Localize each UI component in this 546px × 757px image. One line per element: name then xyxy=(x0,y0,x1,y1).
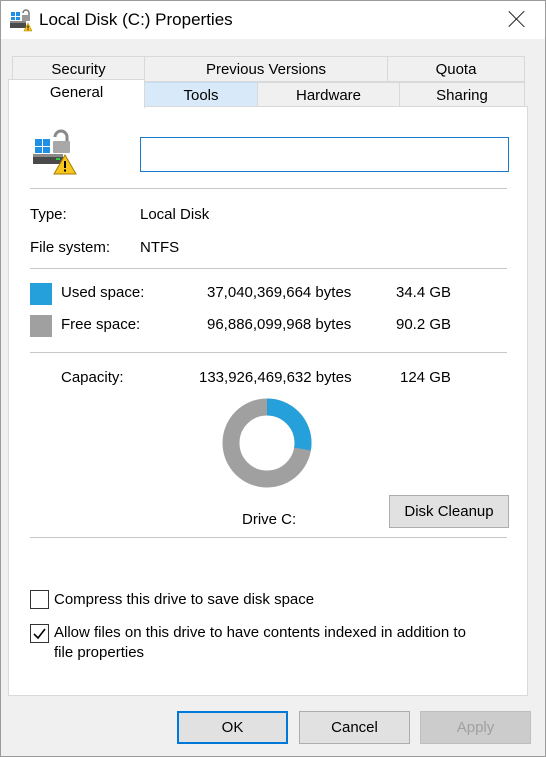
file-system-label: File system: xyxy=(30,239,111,256)
free-space-size: 90.2 GB xyxy=(396,316,452,333)
apply-button[interactable]: Apply xyxy=(420,711,531,744)
checkmark-icon xyxy=(33,628,46,640)
separator xyxy=(30,352,507,353)
compress-label: Compress this drive to save disk space xyxy=(54,591,315,608)
window-title: Local Disk (C:) Properties xyxy=(39,10,233,29)
separator xyxy=(30,537,507,538)
separator xyxy=(30,188,507,189)
cancel-button[interactable]: Cancel xyxy=(299,711,410,744)
used-space-label: Used space: xyxy=(61,284,145,301)
disk-cleanup-button[interactable]: Disk Cleanup xyxy=(389,495,509,528)
free-space-swatch xyxy=(30,315,52,337)
index-label-line2: file properties xyxy=(54,644,145,661)
file-system-value: NTFS xyxy=(140,239,180,256)
tab-quota[interactable]: Quota xyxy=(387,56,525,82)
tab-hardware[interactable]: Hardware xyxy=(257,82,400,107)
drive-name-input[interactable] xyxy=(140,137,509,172)
close-button[interactable] xyxy=(500,2,534,36)
index-label-line1: Allow files on this drive to have conten… xyxy=(54,624,466,641)
separator xyxy=(30,268,507,269)
capacity-size: 124 GB xyxy=(400,369,451,386)
used-space-bytes: 37,040,369,664 bytes xyxy=(207,284,352,301)
tab-previous-versions[interactable]: Previous Versions xyxy=(144,56,388,82)
tab-sharing[interactable]: Sharing xyxy=(399,82,525,107)
drive-label: Drive C: xyxy=(242,511,297,528)
capacity-bytes: 133,926,469,632 bytes xyxy=(199,369,352,386)
usage-donut-chart xyxy=(222,398,312,488)
type-label: Type: xyxy=(30,206,67,223)
capacity-label: Capacity: xyxy=(61,369,124,386)
index-checkbox[interactable] xyxy=(30,624,49,643)
compress-checkbox[interactable] xyxy=(30,590,49,609)
free-space-label: Free space: xyxy=(61,316,141,333)
drive-icon xyxy=(8,8,33,32)
tab-tools[interactable]: Tools xyxy=(144,82,258,107)
free-space-bytes: 96,886,099,968 bytes xyxy=(207,316,352,333)
used-space-swatch xyxy=(30,283,52,305)
ok-button[interactable]: OK xyxy=(177,711,288,744)
tab-general[interactable]: General xyxy=(8,79,145,108)
drive-warning-icon xyxy=(30,127,78,175)
type-value: Local Disk xyxy=(140,206,210,223)
used-space-size: 34.4 GB xyxy=(396,284,452,301)
